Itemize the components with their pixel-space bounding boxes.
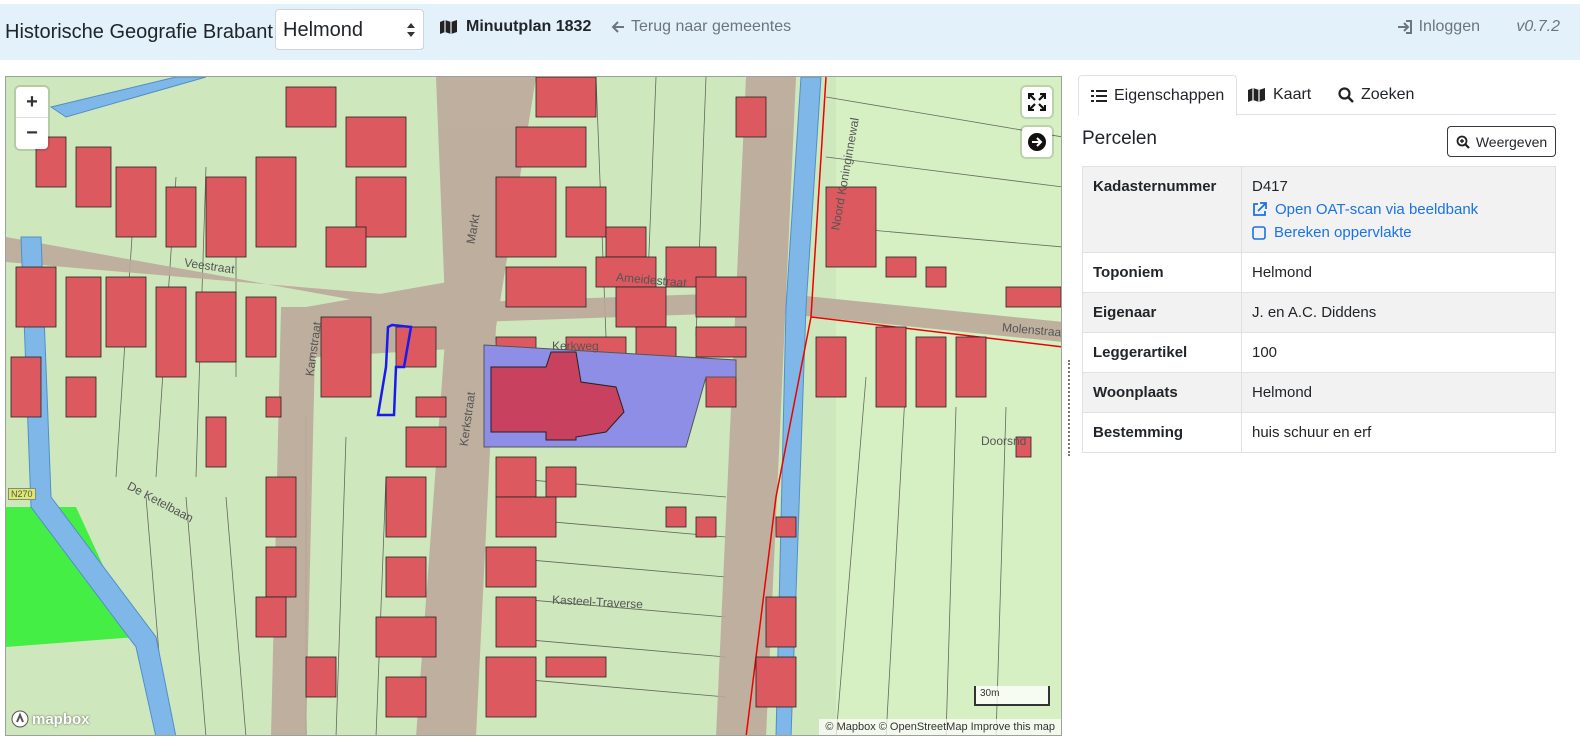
square-icon xyxy=(1252,225,1266,240)
map-attribution[interactable]: © Mapbox © OpenStreetMap Improve this ma… xyxy=(819,719,1061,735)
map-canvas[interactable]: Veestraat Markt Ameidestraat Molenstraat… xyxy=(5,76,1062,736)
layer-title-text: Minuutplan 1832 xyxy=(466,18,592,35)
mapbox-logo-text: mapbox xyxy=(32,710,90,728)
select-arrows-icon xyxy=(407,23,415,37)
panel-title: Percelen xyxy=(1082,128,1157,149)
property-value: J. en A.C. Diddens xyxy=(1241,292,1556,333)
external-link-icon xyxy=(1253,202,1267,216)
table-row: Bestemming huis schuur en erf xyxy=(1082,412,1556,453)
property-value-cell: D417 Open OAT-scan via beeldbank Bereken… xyxy=(1241,166,1556,253)
property-value: 100 xyxy=(1241,332,1556,373)
street-label-doorsnd: Doorsnd xyxy=(981,434,1027,448)
property-value: D417 xyxy=(1252,178,1288,195)
open-scan-link[interactable]: Open OAT-scan via beeldbank xyxy=(1252,201,1545,218)
expand-icon xyxy=(1028,93,1046,111)
table-row: Kadasternummer D417 Open OAT-scan via be… xyxy=(1082,166,1556,253)
table-row: Eigenaar J. en A.C. Diddens xyxy=(1082,292,1556,333)
property-value: Helmond xyxy=(1241,372,1556,413)
municipality-select-value: Helmond xyxy=(283,19,364,41)
arrow-left-icon xyxy=(611,21,624,33)
mapbox-logo[interactable]: mapbox xyxy=(11,710,90,728)
search-icon xyxy=(1338,87,1354,103)
next-button[interactable] xyxy=(1022,127,1052,157)
street-label-kerkweg: Kerkweg xyxy=(552,339,599,353)
table-row: Woonplaats Helmond xyxy=(1082,372,1556,413)
tab-kaart[interactable]: Kaart xyxy=(1236,75,1323,115)
sign-in-icon xyxy=(1397,20,1412,34)
map-icon xyxy=(1248,88,1265,102)
zoom-in-button[interactable]: + xyxy=(16,87,48,118)
map-icon xyxy=(440,20,457,34)
back-to-municipalities-link[interactable]: Terug naar gemeentes xyxy=(611,18,791,36)
municipality-select[interactable]: Helmond xyxy=(275,9,424,50)
property-key: Toponiem xyxy=(1082,252,1242,293)
tab-kaart-label: Kaart xyxy=(1273,86,1312,103)
login-link[interactable]: Inloggen xyxy=(1397,18,1480,36)
app-version: v0.7.2 xyxy=(1516,18,1560,35)
property-key: Leggerartikel xyxy=(1082,332,1242,373)
app-brand[interactable]: Historische Geografie Brabant xyxy=(5,21,273,44)
fullscreen-button[interactable] xyxy=(1022,87,1052,117)
table-row: Toponiem Helmond xyxy=(1082,252,1556,293)
open-scan-label: Open OAT-scan via beeldbank xyxy=(1275,201,1479,218)
compute-area-label: Bereken oppervlakte xyxy=(1274,224,1412,241)
panel-tabs: Eigenschappen Kaart Zoeken xyxy=(1078,75,1556,116)
table-row: Leggerartikel 100 xyxy=(1082,332,1556,373)
properties-table: Kadasternummer D417 Open OAT-scan via be… xyxy=(1082,166,1556,453)
show-button[interactable]: Weergeven xyxy=(1447,126,1556,157)
property-key: Woonplaats xyxy=(1082,372,1242,413)
login-label: Inloggen xyxy=(1418,18,1480,35)
back-link-label: Terug naar gemeentes xyxy=(631,18,792,35)
zoom-out-button[interactable]: − xyxy=(16,118,48,149)
list-icon xyxy=(1091,89,1107,102)
map-base-layer xyxy=(6,77,1061,735)
map-scale: 30m xyxy=(974,686,1050,706)
show-button-label: Weergeven xyxy=(1475,133,1548,150)
property-key: Eigenaar xyxy=(1082,292,1242,333)
property-key: Kadasternummer xyxy=(1082,166,1242,253)
arrow-circle-right-icon xyxy=(1028,133,1046,151)
tab-zoeken-label: Zoeken xyxy=(1361,86,1415,103)
layer-title: Minuutplan 1832 xyxy=(440,18,591,36)
property-value: Helmond xyxy=(1241,252,1556,293)
panel-resize-handle[interactable] xyxy=(1068,360,1072,456)
road-badge-n270: N270 xyxy=(8,488,36,500)
scale-label: 30m xyxy=(980,688,1000,699)
tab-eigenschappen-label: Eigenschappen xyxy=(1114,86,1225,104)
tab-zoeken[interactable]: Zoeken xyxy=(1326,75,1426,115)
tab-eigenschappen[interactable]: Eigenschappen xyxy=(1078,75,1238,116)
zoom-control: + − xyxy=(16,87,48,149)
search-plus-icon xyxy=(1456,135,1470,149)
property-value: huis schuur en erf xyxy=(1241,412,1556,453)
property-key: Bestemming xyxy=(1082,412,1242,453)
mapbox-icon xyxy=(11,710,29,728)
compute-area-link[interactable]: Bereken oppervlakte xyxy=(1252,224,1545,241)
